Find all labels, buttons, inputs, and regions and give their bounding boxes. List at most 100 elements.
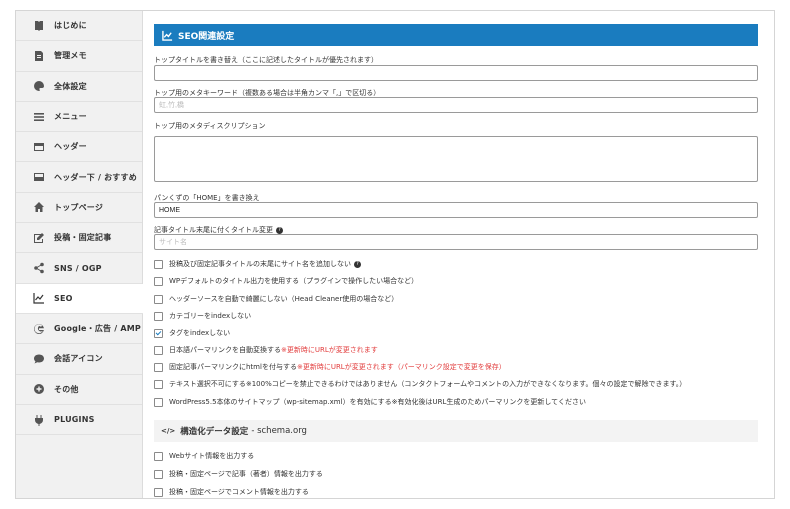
title-suffix-input[interactable] (154, 234, 758, 250)
code-icon: </> (161, 427, 176, 435)
sidebar-item-top-page[interactable]: トップページ (16, 193, 142, 224)
checkbox-label: テキスト選択不可にする※100%コピーを禁止できるわけではありません（コンタクト… (169, 380, 687, 388)
sidebar-item-label: トップページ (54, 202, 104, 212)
checkbox-noindex-tag[interactable]: タグをindexしない (154, 328, 230, 338)
checkbox-no-head-clean[interactable]: ヘッダーソースを自動で綺麗にしない（Head Cleaner使用の場合など） (154, 294, 398, 304)
checkbox[interactable] (154, 379, 163, 389)
chart-icon (32, 292, 46, 304)
section-title: SEO関連設定 (178, 31, 235, 42)
checkbox-label: タグをindexしない (169, 329, 231, 337)
checkbox-label: ヘッダーソースを自動で綺麗にしない（Head Cleaner使用の場合など） (169, 295, 399, 303)
sidebar-item-chat-icon[interactable]: 会話アイコン (16, 344, 142, 375)
sidebar-item-label: ヘッダー (54, 142, 87, 152)
sidebar: はじめに 管理メモ 全体設定 メニュー ヘッダー ヘッダー下 / おすすめ トッ… (16, 11, 143, 498)
sidebar-item-seo[interactable]: SEO (16, 283, 143, 314)
menu-icon (32, 111, 46, 123)
checkbox-wp-default-title[interactable]: WPデフォルトのタイトル出力を使用する（プラグインで操作したい場合など） (154, 276, 418, 286)
sidebar-item-sns[interactable]: SNS / OGP (16, 253, 142, 284)
checkbox[interactable] (154, 469, 163, 479)
breadcrumb-home-input[interactable] (154, 202, 758, 218)
sidebar-item-label: はじめに (54, 21, 87, 31)
schema-subtitle: - schema.org (251, 426, 307, 436)
sidebar-item-intro[interactable]: はじめに (16, 11, 142, 42)
help-icon[interactable]: ? (276, 226, 283, 234)
checkbox[interactable] (154, 259, 163, 269)
checkbox[interactable] (154, 276, 163, 286)
checkbox-note: ※更新時にURLが変更されます（パーマリンク設定で変更を保存） (296, 363, 506, 371)
sidebar-item-posts[interactable]: 投稿・固定記事 (16, 223, 142, 254)
title-suffix-label-text: 記事タイトル末尾に付くタイトル変更 (154, 226, 273, 234)
schema-section-header: </> 構造化データ設定 - schema.org (154, 420, 758, 442)
checkbox[interactable] (154, 294, 163, 304)
checkbox[interactable] (154, 345, 163, 355)
checkbox-schema-website[interactable]: Webサイト情報を出力する (154, 451, 254, 461)
top-title-label: トップタイトルを書き替え（ここに記述したタイトルが優先されます） (154, 56, 378, 64)
checkbox-label: WPデフォルトのタイトル出力を使用する（プラグインで操作したい場合など） (169, 277, 419, 285)
checkbox-label: 日本語パーマリンクを自動変換する (169, 346, 281, 354)
checkbox-label: Webサイト情報を出力する (169, 452, 255, 460)
sidebar-item-label: ヘッダー下 / おすすめ (54, 172, 137, 182)
checkbox[interactable] (154, 451, 163, 461)
checkbox-checked[interactable] (154, 328, 163, 338)
checkbox[interactable] (154, 397, 163, 407)
google-icon (32, 323, 46, 335)
sidebar-item-label: 会話アイコン (54, 354, 103, 364)
header-below-icon (32, 171, 46, 183)
sidebar-item-label: 投稿・固定記事 (54, 233, 112, 243)
sidebar-item-memo[interactable]: 管理メモ (16, 41, 142, 72)
book-icon (32, 20, 46, 32)
top-description-label: トップ用のメタディスクリプション (154, 122, 266, 130)
sidebar-item-label: メニュー (54, 112, 87, 122)
checkbox[interactable] (154, 362, 163, 372)
settings-main: SEO関連設定 トップタイトルを書き替え（ここに記述したタイトルが優先されます）… (153, 11, 774, 498)
checkbox-note: ※更新時にURLが変更されます (281, 346, 378, 354)
sidebar-item-google[interactable]: Google・広告 / AMP (16, 314, 142, 345)
sidebar-item-label: 管理メモ (54, 51, 87, 61)
sidebar-item-general[interactable]: 全体設定 (16, 72, 142, 102)
sidebar-item-menu[interactable]: メニュー (16, 102, 142, 133)
checkbox-label: 投稿及び固定記事タイトルの末尾にサイト名を追加しない (169, 260, 351, 268)
top-title-input[interactable] (154, 65, 758, 81)
checkbox-page-html[interactable]: 固定記事パーマリンクにhtmlを付与する ※更新時にURLが変更されます（パーマ… (154, 362, 506, 372)
section-header: SEO関連設定 (154, 24, 758, 46)
sidebar-item-label: SNS / OGP (54, 263, 102, 273)
chat-icon (32, 353, 46, 365)
checkbox-schema-article[interactable]: 投稿・固定ページで記事（著者）情報を出力する (154, 469, 323, 479)
checkbox-jp-permalink[interactable]: 日本語パーマリンクを自動変換する ※更新時にURLが変更されます (154, 345, 378, 355)
checkbox-no-site-name[interactable]: 投稿及び固定記事タイトルの末尾にサイト名を追加しない ? (154, 259, 361, 269)
sidebar-item-plugins[interactable]: PLUGINS (16, 405, 142, 436)
share-icon (32, 262, 46, 274)
checkbox-noindex-category[interactable]: カテゴリーをindexしない (154, 311, 251, 321)
edit-icon (32, 232, 46, 244)
sidebar-item-header[interactable]: ヘッダー (16, 132, 142, 163)
checkbox-schema-comment[interactable]: 投稿・固定ページでコメント情報を出力する (154, 487, 309, 497)
sidebar-item-label: Google・広告 / AMP (54, 324, 141, 334)
home-icon (32, 201, 46, 213)
checkbox[interactable] (154, 487, 163, 497)
checkbox-label: 投稿・固定ページで記事（著者）情報を出力する (169, 470, 323, 478)
help-icon[interactable]: ? (354, 260, 361, 268)
checkbox-label: 固定記事パーマリンクにhtmlを付与する (169, 363, 297, 371)
top-description-textarea[interactable] (154, 136, 758, 182)
sidebar-item-label: その他 (54, 384, 79, 394)
checkbox-no-text-select[interactable]: テキスト選択不可にする※100%コピーを禁止できるわけではありません（コンタクト… (154, 379, 686, 389)
settings-frame: はじめに 管理メモ 全体設定 メニュー ヘッダー ヘッダー下 / おすすめ トッ… (15, 10, 775, 499)
sidebar-item-header-below[interactable]: ヘッダー下 / おすすめ (16, 162, 142, 193)
sidebar-item-label: PLUGINS (54, 415, 95, 424)
checkbox-label: カテゴリーをindexしない (169, 312, 252, 320)
checkbox-label: WordPress5.5本体のサイトマップ（wp-sitemap.xml）を有効… (169, 398, 586, 406)
header-icon (32, 141, 46, 153)
plus-circle-icon (32, 383, 46, 395)
checkbox-wp-sitemap[interactable]: WordPress5.5本体のサイトマップ（wp-sitemap.xml）を有効… (154, 397, 586, 407)
sidebar-item-label: SEO (54, 293, 73, 303)
checkbox[interactable] (154, 311, 163, 321)
palette-icon (32, 80, 46, 92)
plug-icon (32, 414, 46, 426)
checkbox-label: 投稿・固定ページでコメント情報を出力する (169, 488, 309, 496)
sidebar-item-other[interactable]: その他 (16, 375, 142, 405)
schema-title: 構造化データ設定 (180, 427, 249, 437)
chart-icon (162, 30, 173, 41)
top-keywords-input[interactable] (154, 97, 758, 113)
sidebar-item-label: 全体設定 (54, 81, 87, 91)
memo-icon (32, 50, 46, 62)
